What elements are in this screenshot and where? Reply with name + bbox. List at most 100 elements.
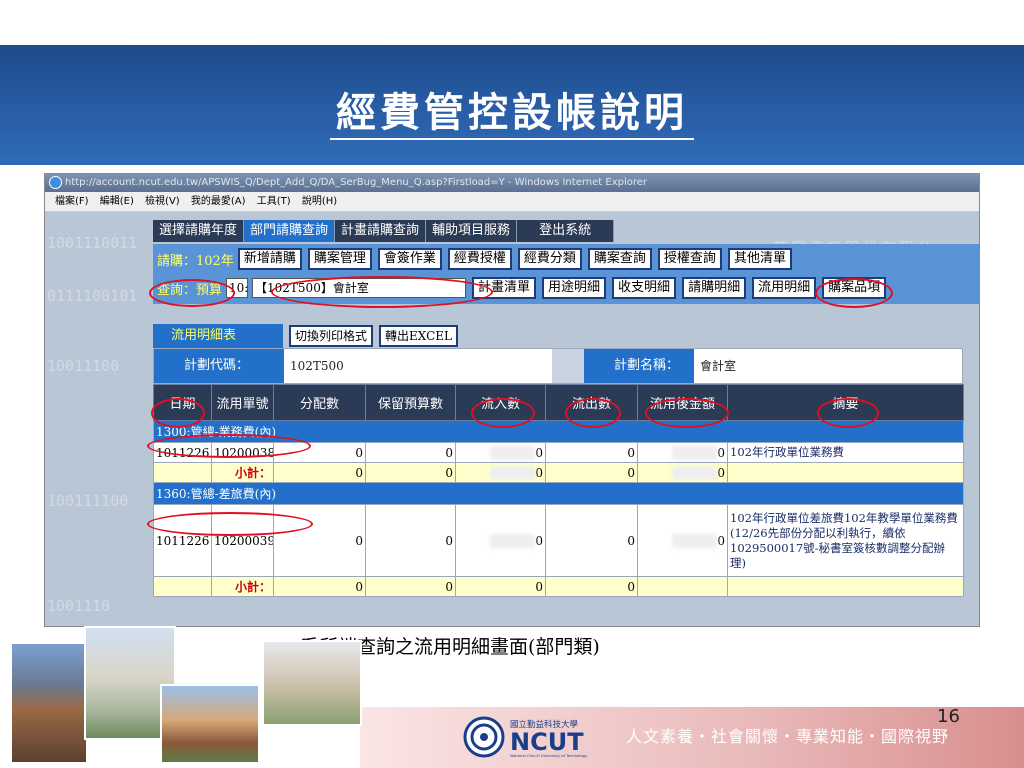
toolbar-row-1: 請購：102年 新增請購 購案管理 會簽作業 經費授權 經費分類 購案查詢 授權… [153,247,798,271]
cell-no: 10200038 [211,442,274,463]
print-format-button[interactable]: 切換列印格式 [289,325,374,347]
plan-info-row: 計劃代碼： 102T500 計劃名稱： 會計室 [153,348,963,384]
subtotal-alloc: 0 [273,462,366,483]
group-name: 1360:管總-差旅費(內) [153,482,964,505]
ie-icon [49,176,62,189]
page-content: 1001110011 0111100101 10011100 100111100… [45,212,979,626]
cell-summary: 102年行政單位業務費 [727,442,964,463]
subtotal-reserve: 0 [365,576,456,597]
campus-photo [160,684,260,764]
menu-favorites[interactable]: 我的最愛(A) [191,196,246,207]
col-date: 日期 [153,384,212,421]
budget-year-select[interactable]: 10: [226,278,249,298]
browser-window: http://account.ncut.edu.tw/APSWIS_Q/Dept… [44,173,980,627]
cell-alloc: 0 [273,442,366,463]
cell-summary: 102年行政單位差旅費102年教學單位業務費(12/26先部份分配以利執行，續依… [727,504,964,577]
subtotal-label: 小計： [211,462,274,483]
subtotal-out: 0 [545,462,638,483]
dept-select[interactable]: 【102T500】會計室 [252,278,467,298]
subtotal-in: 0000000 [455,462,546,483]
add-purchase-button[interactable]: 新增請購 [237,248,302,270]
purchase-detail-button[interactable]: 請購明細 [682,277,747,299]
menu-tools[interactable]: 工具(T) [257,196,291,207]
campus-photo [262,640,362,726]
menu-help[interactable]: 說明(H) [302,196,337,207]
transfer-detail-panel: 流用明細表 切換列印格式 轉出EXCEL 計劃代碼： 102T500 計劃名稱：… [153,324,964,597]
cell-no: 10200039 [211,504,274,577]
query-budget-label: 查詢：預算 [157,282,223,298]
plan-code-label: 計劃代碼： [154,349,284,383]
logo-text: NCUT [510,728,584,756]
subtotal-row: 小計： 0 0 0000000 0 0000000 [153,462,964,483]
watermark-binary: 10011100 [47,357,120,375]
plan-name-value: 會計室 [694,349,962,383]
table-header: 日期 流用單號 分配數 保留預算數 流入數 流出數 流用後金額 摘要 [153,384,964,421]
col-summary: 摘要 [727,384,964,421]
slide: 經費管控設帳說明 http://account.ncut.edu.tw/APSW… [0,0,1024,768]
cell-out: 0 [545,442,638,463]
transfer-table: 日期 流用單號 分配數 保留預算數 流入數 流出數 流用後金額 摘要 1300:… [153,384,964,597]
group-row: 1300:管總-業務費(內) [153,420,964,443]
cell-alloc: 0 [273,504,366,577]
menu-view[interactable]: 檢視(V) [145,196,180,207]
tab-plan-query[interactable]: 計畫請購查詢 [335,220,427,242]
watermark-binary: 0111100101 [47,287,138,305]
usage-detail-button[interactable]: 用途明細 [542,277,607,299]
income-expense-button[interactable]: 收支明細 [612,277,677,299]
cell-date: 1011226 [153,504,212,577]
table-row: 1011226 10200038 0 0 0000000 0 0000000 1… [153,442,964,463]
logo-en-text: National Chin-Yi University of Technolog… [510,753,588,758]
subtotal-alloc: 0 [273,576,366,597]
browser-title: http://account.ncut.edu.tw/APSWIS_Q/Dept… [65,177,648,188]
slide-title: 經費管控設帳說明 [0,80,1024,140]
purchase-year-label: 請購：102年 [157,253,234,269]
menu-file[interactable]: 檔案(F) [55,196,89,207]
menu-edit[interactable]: 編輯(E) [100,196,134,207]
cell-after: 0000000 [637,504,728,577]
subtotal-in: 0 [455,576,546,597]
subtotal-after: 0000000 [637,462,728,483]
browser-titlebar: http://account.ncut.edu.tw/APSWIS_Q/Dept… [45,174,979,192]
cell-in: 0000000 [455,442,546,463]
tab-select-year[interactable]: 選擇請購年度 [153,220,245,242]
col-after-amount: 流用後金額 [637,384,728,421]
browser-menubar: 檔案(F) 編輯(E) 檢視(V) 我的最愛(A) 工具(T) 說明(H) [45,192,979,212]
nav-tabs: 選擇請購年度 部門請購查詢 計畫請購查詢 輔助項目服務 登出系統 [153,220,615,242]
cell-date: 1011226 [153,442,212,463]
case-items-button[interactable]: 購案品項 [822,277,887,299]
plan-name-label: 計劃名稱： [584,349,694,383]
plan-list-button[interactable]: 計畫清單 [472,277,537,299]
slogan: 人文素養・社會關懷・專業知能・國際視野 [626,727,950,746]
cell-after: 0000000 [637,442,728,463]
table-toolbar: 流用明細表 切換列印格式 轉出EXCEL [153,324,963,348]
watermark-binary: 100111100 [47,492,129,510]
ncut-logo: 國立勤益科技大學 NCUT National Chin-Yi Universit… [462,715,620,759]
subtotal-label: 小計： [211,576,274,597]
cell-reserve: 0 [365,442,456,463]
col-allocation: 分配數 [273,384,366,421]
countersign-button[interactable]: 會簽作業 [377,248,442,270]
col-reserved: 保留預算數 [365,384,456,421]
watermark-binary: 1001110 [47,597,111,615]
tab-logout[interactable]: 登出系統 [517,220,615,242]
tab-aux-service[interactable]: 輔助項目服務 [426,220,518,242]
fund-category-button[interactable]: 經費分類 [517,248,582,270]
campus-photo [10,642,88,764]
auth-query-button[interactable]: 授權查詢 [657,248,722,270]
table-title: 流用明細表 [153,324,283,348]
cell-out: 0 [545,504,638,577]
fund-auth-button[interactable]: 經費授權 [447,248,512,270]
export-excel-button[interactable]: 轉出EXCEL [379,325,459,347]
watermark-binary: 1001110011 [47,234,138,252]
group-name: 1300:管總-業務費(內) [153,420,964,443]
other-list-button[interactable]: 其他清單 [727,248,792,270]
transfer-detail-button[interactable]: 流用明細 [752,277,817,299]
case-query-button[interactable]: 購案查詢 [587,248,652,270]
subtotal-after [637,576,728,597]
cell-in: 0000000 [455,504,546,577]
case-manage-button[interactable]: 購案管理 [307,248,372,270]
tab-dept-query[interactable]: 部門請購查詢 [244,220,336,242]
ncut-emblem-icon: 國立勤益科技大學 NCUT National Chin-Yi Universit… [463,716,588,758]
group-row: 1360:管總-差旅費(內) [153,482,964,505]
subtotal-out: 0 [545,576,638,597]
